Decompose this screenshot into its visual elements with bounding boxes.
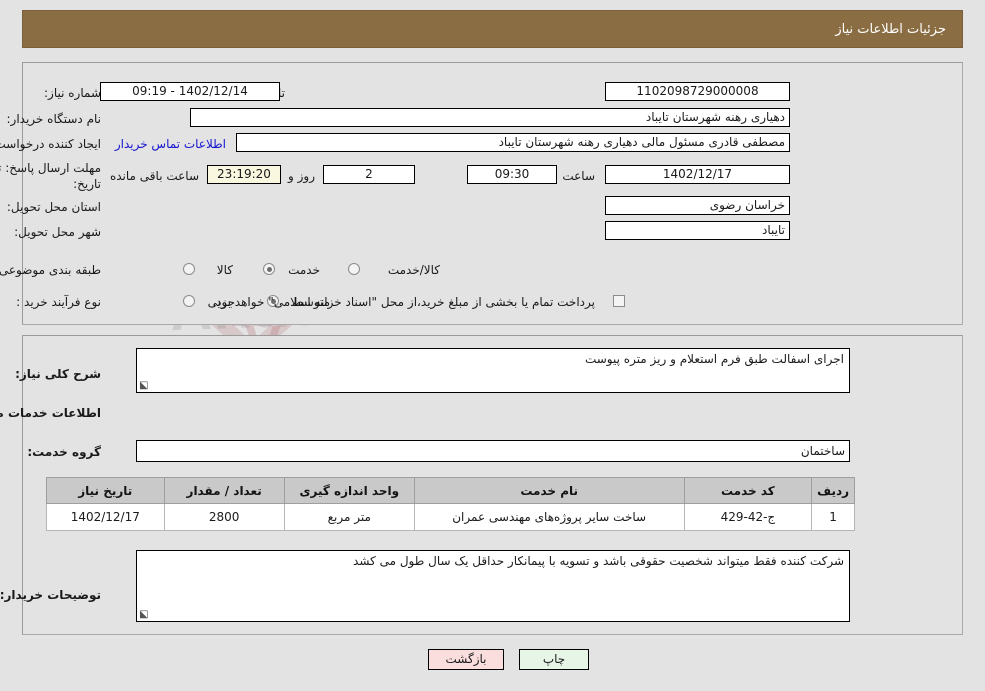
field-delivery-city: تایباد [605,221,790,240]
label-purchase-process: نوع فرآیند خرید : [16,295,101,309]
label-service-group: گروه خدمت: [27,445,101,459]
textarea-general-description-text: اجرای اسفالت طبق فرم استعلام و ریز متره … [584,352,844,366]
checkbox-islamic-treasury-documents[interactable] [613,295,625,307]
radio-subject-khedmat[interactable] [263,263,275,275]
col-header-unit: واحد اندازه گیری [283,477,415,504]
col-header-need-date: تاریخ نیاز [46,477,165,504]
cell-row-no: 1 [811,503,855,531]
label-delivery-province: استان محل تحویل: [6,200,101,214]
col-header-service-code: کد خدمت [683,477,813,504]
radio-label-subject-khedmat[interactable]: خدمت [288,262,320,278]
table-row: 1 ج-42-429 ساخت سایر پروژه‌های مهندسی عم… [46,503,855,531]
cell-need-date: 1402/12/17 [46,503,165,531]
table-header-row: ردیف کد خدمت نام خدمت واحد اندازه گیری ت… [46,477,855,504]
field-deadline-time: 09:30 [467,165,557,184]
checkbox-label-islamic-treasury-documents[interactable]: پرداخت تمام یا بخشی از مبلغ خرید،از محل … [212,294,595,310]
link-buyer-contact-info[interactable]: اطلاعات تماس خریدار [115,136,226,152]
cell-service-code: ج-42-429 [683,503,813,531]
label-need-number: شماره نیاز: [44,86,101,100]
label-general-description: شرح کلی نیاز: [15,367,101,381]
field-need-number: 1102098729000008 [605,82,790,101]
services-table: ردیف کد خدمت نام خدمت واحد اندازه گیری ت… [46,477,855,531]
col-header-service-name: نام خدمت [413,477,685,504]
textarea-general-description[interactable]: اجرای اسفالت طبق فرم استعلام و ریز متره … [136,348,850,393]
field-time-remaining: 23:19:20 [207,165,281,184]
field-public-announce-datetime: 1402/12/14 - 09:19 [100,82,280,101]
label-hours-remaining: ساعت باقی مانده [109,169,199,183]
col-header-quantity: تعداد / مقدار [163,477,285,504]
field-buyer-org: دهیاری رهنه شهرستان تایباد [190,108,790,127]
field-request-creator: مصطفی قادری مسئول مالی دهیاری رهنه شهرست… [236,133,790,152]
back-button[interactable]: بازگشت [428,649,504,670]
radio-label-subject-kala[interactable]: کالا [217,262,233,278]
radio-subject-kala[interactable] [183,263,195,275]
radio-label-subject-kala-khedmat[interactable]: کالا/خدمت [388,262,440,278]
resize-grip-icon[interactable]: ◪ [139,380,149,391]
label-response-deadline-line1: مهلت ارسال پاسخ: تا [0,161,101,175]
label-buyer-notes: توضیحات خریدار: [0,588,101,602]
resize-grip-icon-notes[interactable]: ◪ [139,609,149,620]
label-hour: ساعت [562,169,595,183]
radio-subject-kala-khedmat[interactable] [348,263,360,275]
label-day-and: روز و [288,169,315,183]
col-header-row-no: ردیف [811,477,855,504]
label-request-creator: ایجاد کننده درخواست: [0,137,101,151]
field-days-remaining: 2 [323,165,415,184]
label-buyer-org: نام دستگاه خریدار: [6,112,102,126]
cell-service-name: ساخت سایر پروژه‌های مهندسی عمران [413,503,685,531]
field-deadline-date: 1402/12/17 [605,165,790,184]
label-delivery-city: شهر محل تحویل: [14,225,101,239]
label-response-deadline-line2: تاریخ: [73,177,101,191]
radio-process-jozei[interactable] [183,295,195,307]
cell-unit: متر مربع [283,503,415,531]
page-title: جزئیات اطلاعات نیاز [835,21,946,37]
need-summary-panel [22,62,963,325]
heading-services-info: اطلاعات خدمات مورد نیاز [0,406,101,420]
textarea-buyer-notes-text: شرکت کننده فقط میتواند شخصیت حقوقی باشد … [353,554,844,568]
page-header-bar: جزئیات اطلاعات نیاز [22,10,963,48]
label-subject-category: طبقه بندی موضوعی: [0,263,101,277]
field-delivery-province: خراسان رضوی [605,196,790,215]
field-service-group: ساختمان [136,440,850,462]
cell-quantity: 2800 [163,503,285,531]
textarea-buyer-notes[interactable]: شرکت کننده فقط میتواند شخصیت حقوقی باشد … [136,550,850,622]
print-button[interactable]: چاپ [519,649,589,670]
